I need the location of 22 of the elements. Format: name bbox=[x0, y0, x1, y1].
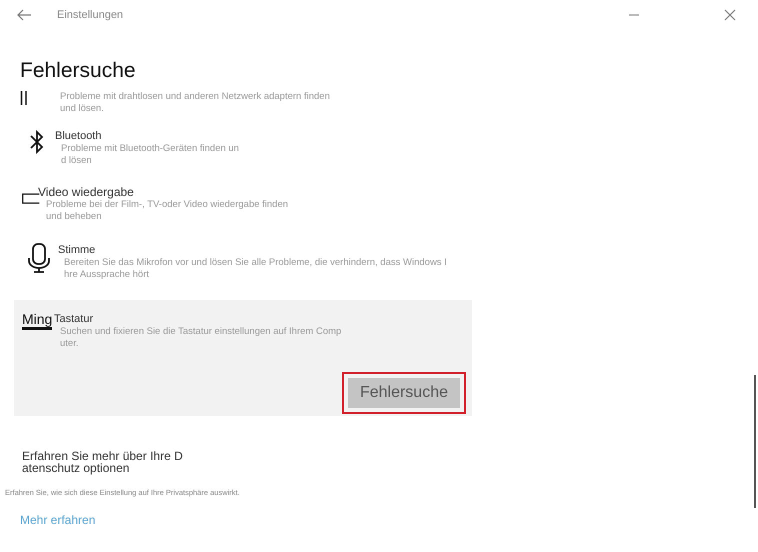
microphone-icon bbox=[28, 243, 50, 273]
item-title[interactable]: Stimme bbox=[58, 243, 447, 257]
keyboard-icon-label: Ming bbox=[22, 312, 52, 330]
item-title[interactable]: Tastatur bbox=[54, 312, 342, 326]
expanded-item-panel[interactable]: Ming Tastatur Suchen und fixieren Sie die Tastatur einstellungen auf Ihrem Comp uter. Fehlersuche bbox=[14, 300, 472, 416]
page-heading: Fehlersuche bbox=[20, 59, 137, 83]
item-description: Probleme mit Bluetooth-Geräten finden un d lösen bbox=[60, 143, 239, 167]
close-icon[interactable] bbox=[724, 9, 736, 21]
item-description: Suchen und fixieren Sie die Tastatur einstellungen auf Ihrem Comp uter. bbox=[59, 326, 342, 350]
item-description: Bereiten Sie das Mikrofon vor und lösen Sie alle Probleme, die verhindern, dass Windows I hre Aussprache hört bbox=[63, 257, 447, 281]
bars-icon bbox=[20, 91, 28, 105]
window-title: Einstellungen bbox=[57, 9, 124, 21]
troubleshoot-button[interactable]: Fehlersuche bbox=[348, 378, 460, 408]
scrollbar[interactable] bbox=[754, 375, 756, 508]
item-description: Probleme bei der Film-, TV-oder Video wiedergabe finden und beheben bbox=[45, 199, 288, 223]
item-title[interactable]: Video wiedergabe bbox=[38, 185, 288, 199]
monitor-icon bbox=[22, 191, 40, 207]
privacy-heading: Erfahren Sie mehr über Ihre D atenschutz optionen bbox=[22, 450, 184, 474]
item-title[interactable]: Bluetooth bbox=[55, 129, 239, 143]
back-icon[interactable] bbox=[17, 9, 31, 21]
item-description: Probleme mit drahtlosen und anderen Netzwerk adaptern finden und lösen. bbox=[59, 91, 330, 115]
bluetooth-icon bbox=[30, 129, 44, 155]
